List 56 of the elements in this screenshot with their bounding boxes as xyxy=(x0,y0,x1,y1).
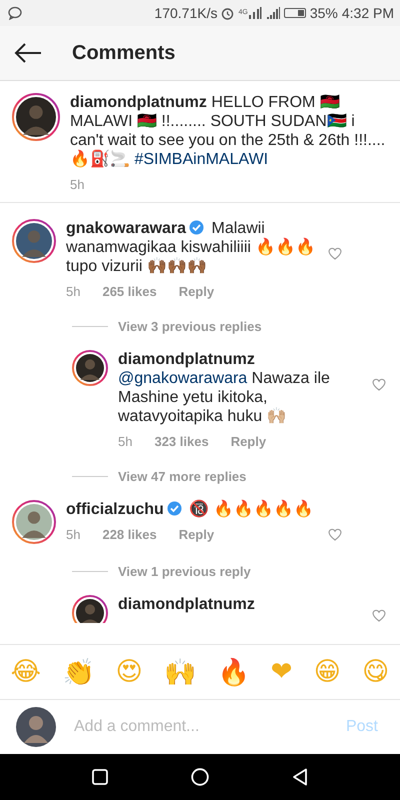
comment-text: officialzuchu 🔞 🔥🔥🔥🔥🔥 xyxy=(66,500,315,519)
like-button[interactable] xyxy=(370,376,388,393)
back-arrow-icon xyxy=(14,43,42,63)
timestamp: 5h xyxy=(66,527,80,542)
emoji-button[interactable]: 🙌 xyxy=(164,656,196,688)
heart-icon xyxy=(328,247,342,260)
caption-text: diamondplatnumz HELLO FROM 🇲🇼 MALAWI 🇲🇼 !!........ SOUTH SUDAN🇸🇸 i can't wait to see you on the 25th & 26th !!!.... 🔥⛽🚬 #SIMBAinMALAWI xyxy=(70,93,386,169)
avatar xyxy=(12,219,56,263)
signal-icon xyxy=(248,7,262,19)
likes-count[interactable]: 323 likes xyxy=(154,434,209,449)
heart-icon xyxy=(328,528,342,541)
emoji-button[interactable]: ❤ xyxy=(270,657,292,687)
network-speed: 170.71K/s xyxy=(154,5,218,21)
avatar xyxy=(12,500,56,544)
square-icon xyxy=(92,769,108,785)
comment-text: diamondplatnumz @gnakowarawara Nawaza ile Mashine yetu ikitoka, watavyoitapika huku 🙌🏼 xyxy=(118,350,331,426)
post-button[interactable]: Post xyxy=(340,717,384,737)
emoji-button[interactable]: 😁 xyxy=(314,657,341,687)
reply-button[interactable]: Reply xyxy=(178,284,214,299)
avatar xyxy=(12,93,60,141)
circle-icon xyxy=(190,768,209,786)
likes-count[interactable]: 265 likes xyxy=(102,284,157,299)
emoji-button[interactable]: 😍 xyxy=(116,657,143,687)
timestamp: 5h xyxy=(66,284,80,299)
comment-text: diamondplatnumz xyxy=(118,595,256,614)
page-title: Comments xyxy=(72,42,176,64)
avatar xyxy=(72,595,108,623)
reply-button[interactable]: Reply xyxy=(178,527,214,542)
timestamp: 5h xyxy=(70,177,86,192)
clock: 4:32 PM xyxy=(342,5,394,21)
avatar xyxy=(72,350,108,386)
comment-text: gnakowarawara Malawii wanamwagikaa kiswahiliiii 🔥🔥🔥 tupo vizurii 🙌🏾🙌🏾🙌🏾 xyxy=(66,219,316,276)
view-replies-button[interactable]: View 1 previous reply xyxy=(118,564,251,579)
battery-icon xyxy=(284,8,306,18)
signal-icon xyxy=(266,7,280,19)
notification-icon xyxy=(8,6,22,20)
emoji-button[interactable]: 🔥 xyxy=(217,656,250,688)
heart-icon xyxy=(372,378,386,391)
like-button[interactable] xyxy=(326,526,344,543)
view-replies-button[interactable]: View 3 previous replies xyxy=(118,319,262,334)
emoji-button[interactable]: 😋 xyxy=(362,657,390,687)
avatar xyxy=(16,707,56,747)
battery-level: 35% xyxy=(310,5,338,21)
timestamp: 5h xyxy=(118,434,132,449)
hashtag-link[interactable]: #SIMBAinMALAWI xyxy=(134,151,268,168)
alarm-icon xyxy=(221,6,234,20)
like-button[interactable] xyxy=(326,245,344,262)
view-replies-button[interactable]: View 47 more replies xyxy=(118,469,246,484)
triangle-icon xyxy=(292,768,308,786)
like-button[interactable] xyxy=(370,607,388,623)
likes-count[interactable]: 228 likes xyxy=(102,527,157,542)
heart-icon xyxy=(372,609,386,622)
mention-link[interactable]: @gnakowarawara xyxy=(118,370,248,387)
reply-button[interactable]: Reply xyxy=(230,434,266,449)
emoji-button[interactable]: 😂 xyxy=(10,657,42,687)
emoji-button[interactable]: 👏 xyxy=(62,656,94,688)
